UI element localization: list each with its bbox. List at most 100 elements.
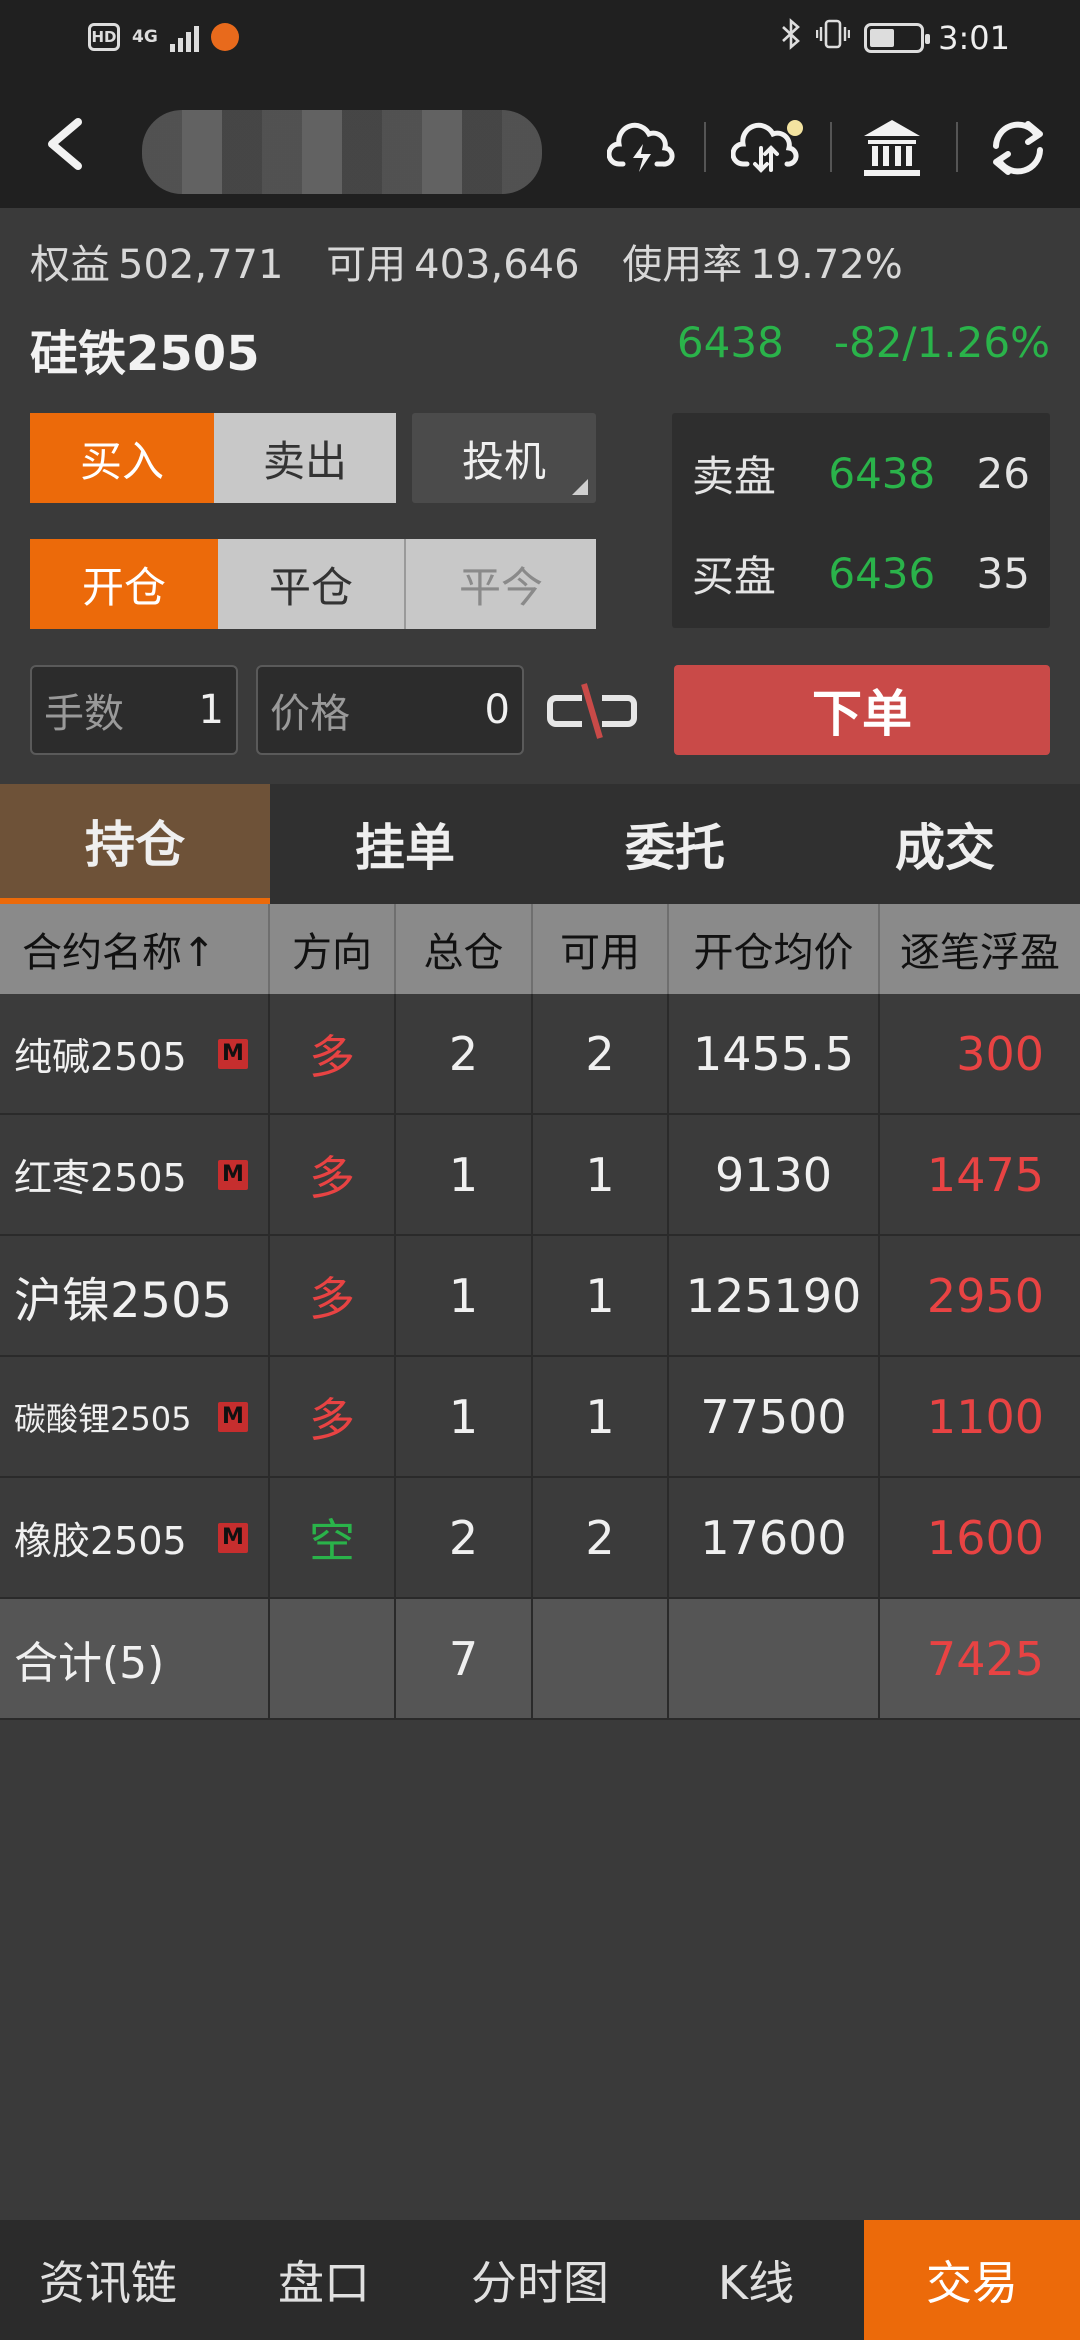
back-icon[interactable] xyxy=(28,104,108,184)
nav-divider xyxy=(704,122,706,172)
open-button[interactable]: 开仓 xyxy=(30,539,218,629)
nav-divider xyxy=(830,122,832,172)
table-row[interactable]: 橡胶2505 M 空 2 2 17600 1600 xyxy=(0,1478,1080,1599)
available-value: 403,646 xyxy=(414,242,580,288)
cell-total: 1 xyxy=(396,1357,533,1476)
account-summary: 权益 502,771 可用 403,646 使用率 19.72% xyxy=(30,232,933,290)
col-direction[interactable]: 方向 xyxy=(270,904,396,994)
contract-label: 橡胶2505 xyxy=(14,1519,187,1563)
cell-name: 纯碱2505 M xyxy=(0,994,270,1113)
cell-avg-price: 1455.5 xyxy=(669,994,880,1113)
available: 可用 403,646 xyxy=(326,242,579,288)
close-button[interactable]: 平仓 xyxy=(218,539,406,629)
bluetooth-icon xyxy=(780,18,802,58)
table-row[interactable]: 沪镍2505 多 1 1 125190 2950 xyxy=(0,1236,1080,1357)
vibrate-icon xyxy=(815,18,851,58)
total-direction xyxy=(270,1599,396,1718)
contract-label: 沪镍2505 xyxy=(14,1272,233,1329)
table-row[interactable]: 红枣2505 M 多 1 1 9130 1475 xyxy=(0,1115,1080,1236)
buy-button[interactable]: 买入 xyxy=(30,413,214,503)
table-row[interactable]: 纯碱2505 M 多 2 2 1455.5 300 xyxy=(0,994,1080,1115)
cell-available: 1 xyxy=(533,1236,669,1355)
tab-trades[interactable]: 成交 xyxy=(810,784,1080,904)
price-placeholder: 价格 xyxy=(270,691,350,737)
equity: 权益 502,771 xyxy=(30,242,283,288)
equity-label: 权益 xyxy=(30,242,110,288)
cell-avg-price: 17600 xyxy=(669,1478,880,1597)
cell-pnl: 300 xyxy=(956,1026,1044,1081)
table-header: 合约名称↑ 方向 总仓 可用 开仓均价 逐笔浮盈 xyxy=(0,904,1080,994)
cell-name: 红枣2505 M xyxy=(0,1115,270,1234)
status-right: 3:01 xyxy=(780,18,1010,58)
unlink-icon[interactable] xyxy=(544,676,640,746)
side-selector: 买入 卖出 xyxy=(30,413,396,503)
account-title-redacted xyxy=(142,110,542,194)
status-left: HD 4G xyxy=(88,22,239,52)
cell-direction: 多 xyxy=(270,994,396,1113)
usage-label: 使用率 xyxy=(622,242,743,288)
bid-label: 买盘 xyxy=(692,551,777,601)
lots-placeholder: 手数 xyxy=(44,691,124,737)
bank-icon[interactable] xyxy=(852,108,932,188)
tab-positions[interactable]: 持仓 xyxy=(0,784,270,904)
cell-available: 2 xyxy=(533,1478,669,1597)
col-available[interactable]: 可用 xyxy=(533,904,669,994)
price-value: 0 xyxy=(484,687,510,733)
total-count: 7 xyxy=(396,1599,533,1718)
cell-name: 碳酸锂2505 M xyxy=(0,1357,270,1476)
nav-intraday-chart[interactable]: 分时图 xyxy=(432,2220,648,2340)
tab-pending[interactable]: 挂单 xyxy=(270,784,540,904)
col-total[interactable]: 总仓 xyxy=(396,904,533,994)
table-total-row: 合计(5) 7 7425 xyxy=(0,1599,1080,1720)
speculation-label: 投机 xyxy=(461,436,546,486)
bottom-nav: 资讯链 盘口 分时图 K线 交易 xyxy=(0,2220,1080,2340)
status-bar: HD 4G 3:01 xyxy=(0,0,1080,84)
col-floating-pnl[interactable]: 逐笔浮盈 xyxy=(880,904,1080,994)
cell-total: 1 xyxy=(396,1115,533,1234)
lots-value: 1 xyxy=(198,687,224,733)
hd-icon: HD xyxy=(88,23,120,51)
contract-quote: 6438 -82/1.26% xyxy=(677,318,1050,367)
battery-level xyxy=(870,29,895,47)
price-input[interactable]: 价格 0 xyxy=(256,665,524,755)
col-contract-name[interactable]: 合约名称↑ xyxy=(0,904,270,994)
order-book: 卖盘 6438 26 买盘 6436 35 xyxy=(672,413,1050,628)
battery-icon xyxy=(864,23,931,53)
lots-input[interactable]: 手数 1 xyxy=(30,665,238,755)
cell-pnl: 1100 xyxy=(926,1389,1044,1444)
cell-avg-price: 77500 xyxy=(669,1357,880,1476)
cell-direction: 多 xyxy=(270,1357,396,1476)
m-tag-icon: M xyxy=(218,1522,248,1553)
last-price: 6438 xyxy=(676,318,784,367)
positions-table: 合约名称↑ 方向 总仓 可用 开仓均价 逐笔浮盈 纯碱2505 M 多 2 2 1… xyxy=(0,904,1080,1720)
cell-pnl: 1600 xyxy=(926,1510,1044,1565)
cell-avg-price: 9130 xyxy=(669,1115,880,1234)
nav-divider xyxy=(956,122,958,172)
m-tag-icon: M xyxy=(218,1038,248,1069)
ask-qty: 26 xyxy=(976,448,1030,498)
contract-name[interactable]: 硅铁2505 xyxy=(30,314,260,384)
available-label: 可用 xyxy=(326,242,407,288)
ask-price: 6438 xyxy=(828,448,936,498)
nav-market-depth[interactable]: 盘口 xyxy=(216,2220,432,2340)
nav-news-chain[interactable]: 资讯链 xyxy=(0,2220,216,2340)
close-today-button[interactable]: 平今 xyxy=(406,539,596,629)
position-tabs: 持仓 挂单 委托 成交 xyxy=(0,784,1080,904)
cell-name: 沪镍2505 xyxy=(0,1236,270,1355)
col-avg-price[interactable]: 开仓均价 xyxy=(669,904,880,994)
sell-button[interactable]: 卖出 xyxy=(214,413,396,503)
submit-order-button[interactable]: 下单 xyxy=(674,665,1050,755)
m-tag-icon: M xyxy=(218,1159,248,1190)
refresh-icon[interactable] xyxy=(978,108,1058,188)
tab-orders[interactable]: 委托 xyxy=(540,784,810,904)
nav-kline[interactable]: K线 xyxy=(648,2220,864,2340)
cloud-flash-icon[interactable] xyxy=(602,108,682,188)
table-row[interactable]: 碳酸锂2505 M 多 1 1 77500 1100 xyxy=(0,1357,1080,1478)
cloud-sync-icon[interactable] xyxy=(728,108,808,188)
speculation-dropdown[interactable]: 投机 xyxy=(412,413,596,503)
contract-label: 纯碱2505 xyxy=(14,1035,187,1079)
ask-row[interactable]: 卖盘 6438 26 xyxy=(692,433,1030,513)
nav-trade[interactable]: 交易 xyxy=(864,2220,1080,2340)
bid-row[interactable]: 买盘 6436 35 xyxy=(692,533,1030,613)
cell-direction: 多 xyxy=(270,1115,396,1234)
